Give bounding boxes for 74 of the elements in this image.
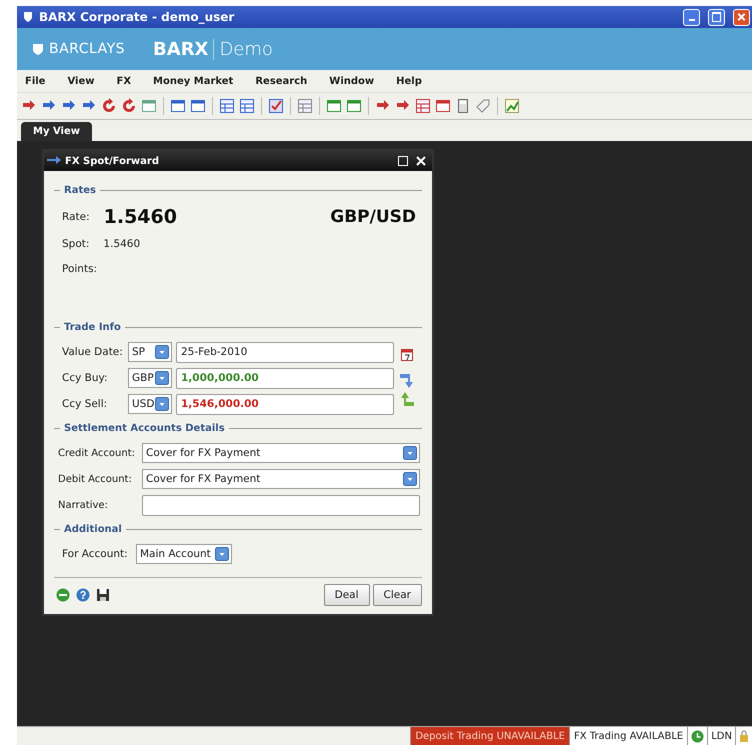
minus-icon[interactable] xyxy=(56,588,70,602)
tag-icon[interactable] xyxy=(475,98,491,114)
field-label: Value Date: xyxy=(62,346,124,358)
field-label: Points: xyxy=(62,263,98,275)
rate-value: 1.5460 xyxy=(104,206,177,228)
close-icon[interactable] xyxy=(416,156,426,166)
document-icon[interactable] xyxy=(346,98,362,114)
swap-arrows-icon[interactable] xyxy=(398,372,416,408)
field-label: Narrative: xyxy=(58,500,109,510)
close-button[interactable] xyxy=(733,8,750,26)
table-icon[interactable] xyxy=(239,98,255,114)
minimize-button[interactable] xyxy=(683,8,700,26)
section-heading: Settlement Accounts Details xyxy=(54,423,422,434)
amount-field[interactable]: 1,546,000.00 xyxy=(176,394,394,414)
menu-item[interactable]: View xyxy=(67,76,94,86)
help-icon[interactable] xyxy=(76,588,90,602)
cycle-icon[interactable] xyxy=(121,98,137,114)
account-dropdown[interactable]: Main Account xyxy=(136,544,232,564)
table-icon[interactable] xyxy=(297,98,313,114)
save-icon[interactable] xyxy=(96,588,110,602)
product-name: BARX xyxy=(153,38,214,60)
date-field[interactable]: 25-Feb-2010 xyxy=(176,342,394,362)
document-icon[interactable] xyxy=(170,98,186,114)
document-icon[interactable] xyxy=(190,98,206,114)
shield-icon xyxy=(23,11,33,23)
document-icon[interactable] xyxy=(326,98,342,114)
document-icon[interactable] xyxy=(141,98,157,114)
field-label: Credit Account: xyxy=(58,448,136,458)
lock-icon xyxy=(739,730,749,742)
action-button[interactable]: Clear xyxy=(372,584,422,606)
bank-logo: BARCLAYS xyxy=(31,41,126,57)
field-label: Spot: xyxy=(62,238,90,250)
currency-pair: GBP/USD xyxy=(330,207,416,227)
clock-icon xyxy=(691,730,704,742)
spot-value: 1.5460 xyxy=(103,238,140,250)
menu-item[interactable]: File xyxy=(25,76,46,86)
menu-item[interactable]: FX xyxy=(116,76,132,86)
maximize-icon[interactable] xyxy=(398,156,408,166)
amount-field[interactable]: 1,000,000.00 xyxy=(176,368,394,388)
table-icon[interactable] xyxy=(219,98,235,114)
field-label: Debit Account: xyxy=(58,474,133,484)
account-dropdown[interactable]: Cover for FX Payment xyxy=(142,443,420,463)
section-heading: Trade Info xyxy=(54,322,422,333)
status-indicator: FX Trading AVAILABLE xyxy=(569,727,688,745)
account-dropdown[interactable]: Cover for FX Payment xyxy=(142,469,420,489)
menu-item[interactable]: Window xyxy=(329,76,374,86)
cycle-icon[interactable] xyxy=(101,98,117,114)
checklist-icon[interactable] xyxy=(268,98,284,114)
document-icon[interactable] xyxy=(435,98,451,114)
section-heading: Additional xyxy=(54,524,422,535)
narrative-field[interactable] xyxy=(142,494,420,516)
calendar-icon[interactable] xyxy=(400,348,414,362)
field-label: Rate: xyxy=(62,211,90,223)
chart-icon[interactable] xyxy=(504,98,520,114)
panel-title: FX Spot/Forward xyxy=(65,156,160,166)
region-label: LDN xyxy=(707,727,735,745)
calculator-icon[interactable] xyxy=(455,98,471,114)
menu-item[interactable]: Money Market xyxy=(153,76,234,86)
currency-dropdown[interactable]: USD xyxy=(128,394,172,414)
currency-dropdown[interactable]: GBP xyxy=(128,368,172,388)
window-title: BARX Corporate - demo_user xyxy=(39,10,236,24)
menu-item[interactable]: Research xyxy=(255,76,308,86)
section-heading: Rates xyxy=(54,185,422,196)
edition-label: Demo xyxy=(218,38,273,60)
table-icon[interactable] xyxy=(415,98,431,114)
action-button[interactable]: Deal xyxy=(324,584,370,606)
field-label: Ccy Sell: xyxy=(62,398,108,410)
field-label: For Account: xyxy=(62,548,128,560)
status-indicator: Deposit Trading UNAVAILABLE xyxy=(410,727,569,745)
menu-item[interactable]: Help xyxy=(396,76,422,86)
maximize-button[interactable] xyxy=(708,8,725,26)
currency-dropdown[interactable]: SP xyxy=(128,342,172,362)
field-label: Ccy Buy: xyxy=(62,372,109,384)
tab[interactable]: My View xyxy=(21,122,92,141)
